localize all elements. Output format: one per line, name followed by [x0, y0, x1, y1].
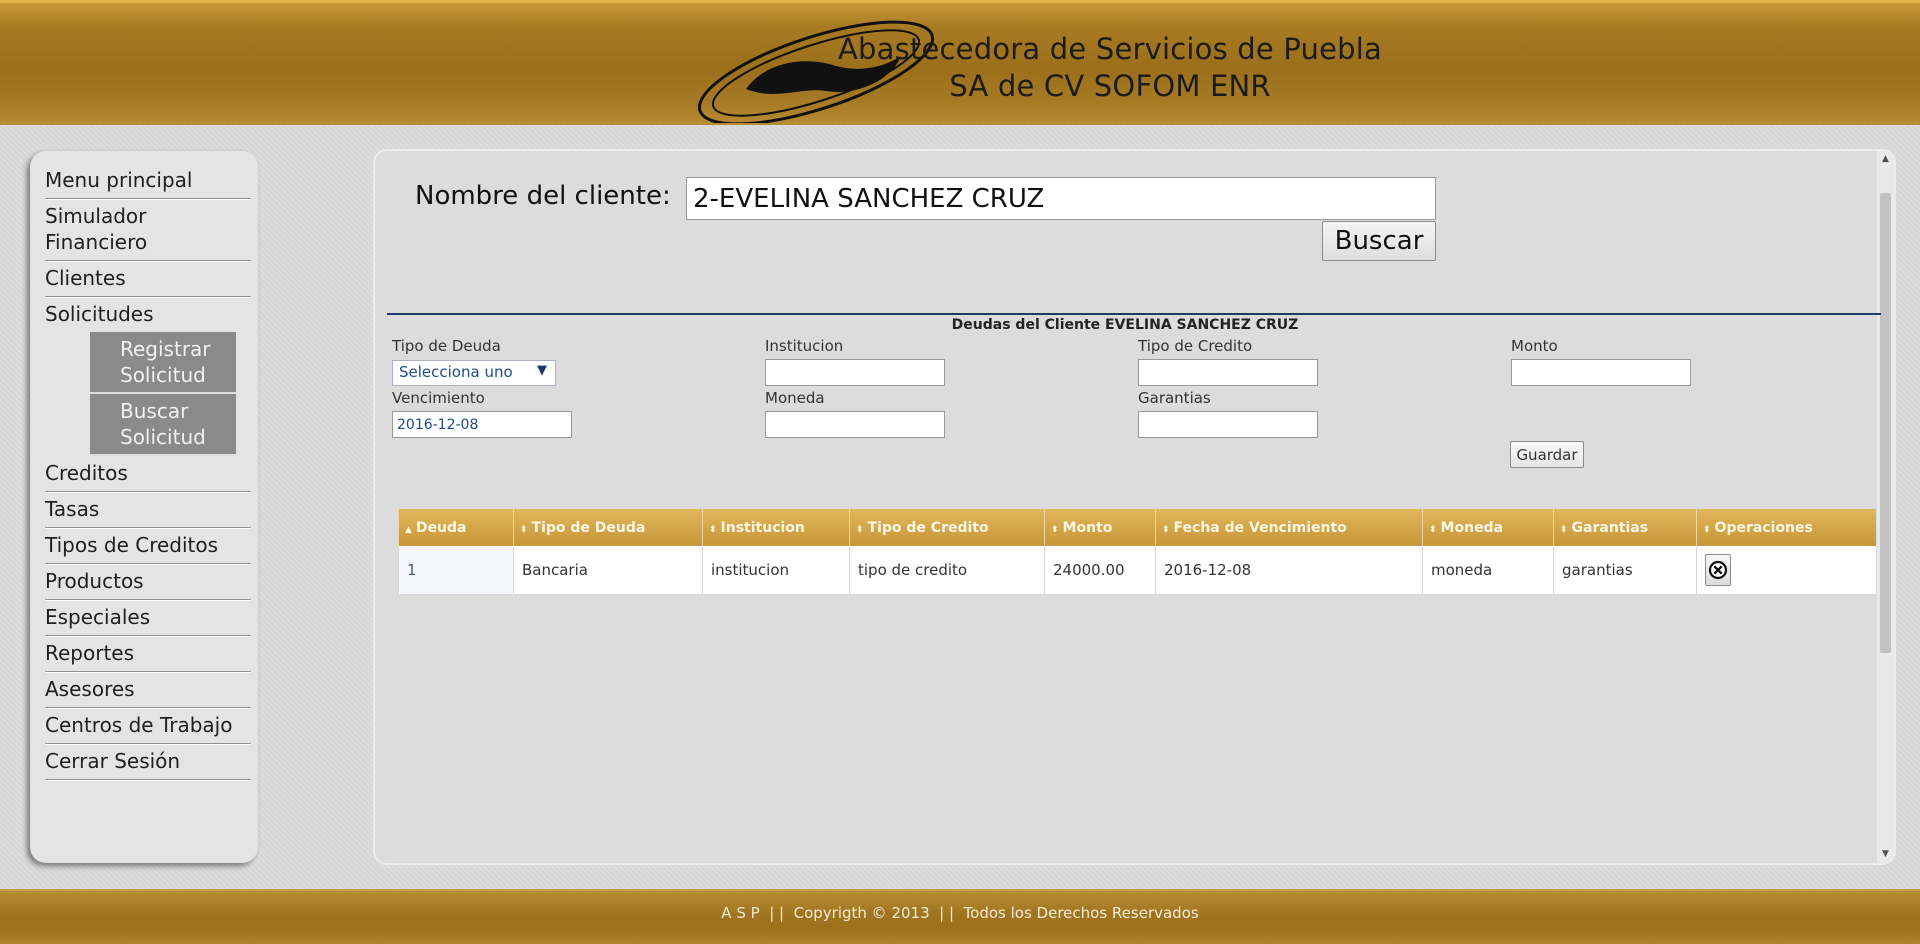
tipo-credito-label: Tipo de Credito — [1138, 337, 1253, 355]
sidebar-item-tasas[interactable]: Tasas — [45, 492, 251, 528]
column-header-deuda[interactable]: ▲ Deuda — [398, 509, 514, 546]
sidebar-item-productos[interactable]: Productos — [45, 564, 251, 600]
scroll-up-icon[interactable]: ▲ — [1877, 151, 1894, 168]
sidebar-item-especiales[interactable]: Especiales — [45, 600, 251, 636]
main-panel: ▲ ▼ Nombre del cliente: Buscar Deudas de… — [373, 149, 1896, 865]
moneda-label: Moneda — [765, 389, 825, 407]
tipo-deuda-select[interactable]: Selecciona uno ▼ — [392, 360, 556, 386]
company-title-line2: SA de CV SOFOM ENR — [949, 69, 1271, 103]
sort-icon: ⬍ — [1560, 524, 1568, 535]
cell-tipo-deuda: Bancaria — [513, 546, 703, 595]
sidebar-item-centros-de-trabajo[interactable]: Centros de Trabajo — [45, 708, 251, 744]
cell-monto: 24000.00 — [1044, 546, 1156, 595]
buscar-button[interactable]: Buscar — [1322, 221, 1436, 261]
cell-institucion: institucion — [702, 546, 850, 595]
column-header-operaciones[interactable]: ⬍ Operaciones — [1696, 509, 1876, 546]
monto-label: Monto — [1511, 337, 1558, 355]
monto-field[interactable] — [1511, 359, 1691, 386]
delete-row-button[interactable] — [1705, 554, 1731, 586]
column-header-garantias[interactable]: ⬍ Garantias — [1553, 509, 1697, 546]
scroll-down-icon[interactable]: ▼ — [1877, 846, 1894, 863]
sidebar-item-reportes[interactable]: Reportes — [45, 636, 251, 672]
sort-icon: ⬍ — [1703, 524, 1711, 535]
sort-asc-icon: ▲ — [405, 524, 412, 535]
vertical-scrollbar[interactable]: ▲ ▼ — [1877, 151, 1894, 863]
circle-x-icon — [1708, 560, 1728, 580]
institucion-label: Institucion — [765, 337, 844, 355]
sidebar-item-cerrar-sesion[interactable]: Cerrar Sesión — [45, 744, 251, 780]
sidebar-item-asesores[interactable]: Asesores — [45, 672, 251, 708]
sort-icon: ⬍ — [1429, 524, 1437, 535]
sidebar-item-menu-principal[interactable]: Menu principal — [45, 163, 251, 199]
column-header-institucion[interactable]: ⬍ Institucion — [702, 509, 850, 546]
column-header-tipo-deuda[interactable]: ⬍ Tipo de Deuda — [513, 509, 703, 546]
moneda-field[interactable] — [765, 411, 945, 438]
sort-icon: ⬍ — [709, 524, 717, 535]
sidebar-item-clientes[interactable]: Clientes — [45, 261, 251, 297]
client-name-label: Nombre del cliente: — [415, 181, 671, 211]
sort-icon: ⬍ — [1162, 524, 1170, 535]
solicitudes-submenu: Registrar Solicitud Buscar Solicitud — [90, 332, 251, 456]
column-header-monto[interactable]: ⬍ Monto — [1044, 509, 1156, 546]
cell-deuda: 1 — [398, 546, 514, 595]
company-title-line1: Abastecedora de Servicios de Puebla — [837, 32, 1383, 66]
submenu-item-registrar-solicitud[interactable]: Registrar Solicitud — [90, 332, 236, 394]
tipo-credito-field[interactable] — [1138, 359, 1318, 386]
company-title: Abastecedora de Servicios de Puebla SA d… — [830, 31, 1390, 105]
sort-icon: ⬍ — [856, 524, 864, 535]
debts-table: ▲ Deuda ⬍ Tipo de Deuda ⬍ Institucion ⬍ Tipo… — [398, 509, 1876, 595]
table-header-row: ▲ Deuda ⬍ Tipo de Deuda ⬍ Institucion ⬍ Tipo… — [398, 509, 1876, 546]
footer-copyright: A S P | | Copyrigth © 2013 | | Todos los… — [721, 904, 1199, 922]
cell-moneda: moneda — [1422, 546, 1554, 595]
cell-operaciones — [1696, 546, 1876, 595]
sort-icon: ⬍ — [520, 524, 528, 535]
cell-tipo-credito: tipo de credito — [849, 546, 1045, 595]
section-divider — [387, 313, 1881, 315]
page-footer: A S P | | Copyrigth © 2013 | | Todos los… — [0, 889, 1920, 944]
column-header-moneda[interactable]: ⬍ Moneda — [1422, 509, 1554, 546]
guardar-button[interactable]: Guardar — [1510, 441, 1584, 468]
page-header: Abastecedora de Servicios de Puebla SA d… — [0, 0, 1920, 125]
sidebar-item-simulador-financiero[interactable]: Simulador Financiero — [45, 199, 251, 261]
institucion-field[interactable] — [765, 359, 945, 386]
debts-section-title: Deudas del Cliente EVELINA SANCHEZ CRUZ — [951, 317, 1299, 333]
client-name-input[interactable] — [686, 177, 1436, 220]
submenu-item-buscar-solicitud[interactable]: Buscar Solicitud — [90, 394, 236, 456]
dropdown-arrow-icon: ▼ — [537, 363, 547, 378]
table-row[interactable]: 1 Bancaria institucion tipo de credito 2… — [398, 546, 1876, 595]
column-header-tipo-credito[interactable]: ⬍ Tipo de Credito — [849, 509, 1045, 546]
scrollbar-thumb[interactable] — [1880, 193, 1891, 653]
sort-icon: ⬍ — [1051, 524, 1059, 535]
garantias-label: Garantias — [1138, 389, 1211, 407]
sidebar-item-solicitudes[interactable]: Solicitudes — [45, 297, 251, 332]
cell-fecha-vencimiento: 2016-12-08 — [1155, 546, 1423, 595]
tipo-deuda-selected-value: Selecciona uno — [399, 363, 513, 381]
column-header-fecha-vencimiento[interactable]: ⬍ Fecha de Vencimiento — [1155, 509, 1423, 546]
sidebar-menu: Menu principal Simulador Financiero Clie… — [30, 151, 258, 863]
sidebar-item-tipos-de-creditos[interactable]: Tipos de Creditos — [45, 528, 251, 564]
garantias-field[interactable] — [1138, 411, 1318, 438]
sidebar-item-creditos[interactable]: Creditos — [45, 456, 251, 492]
vencimiento-label: Vencimiento — [392, 389, 485, 407]
vencimiento-field[interactable] — [392, 411, 572, 438]
tipo-deuda-label: Tipo de Deuda — [392, 337, 501, 355]
cell-garantias: garantias — [1553, 546, 1697, 595]
